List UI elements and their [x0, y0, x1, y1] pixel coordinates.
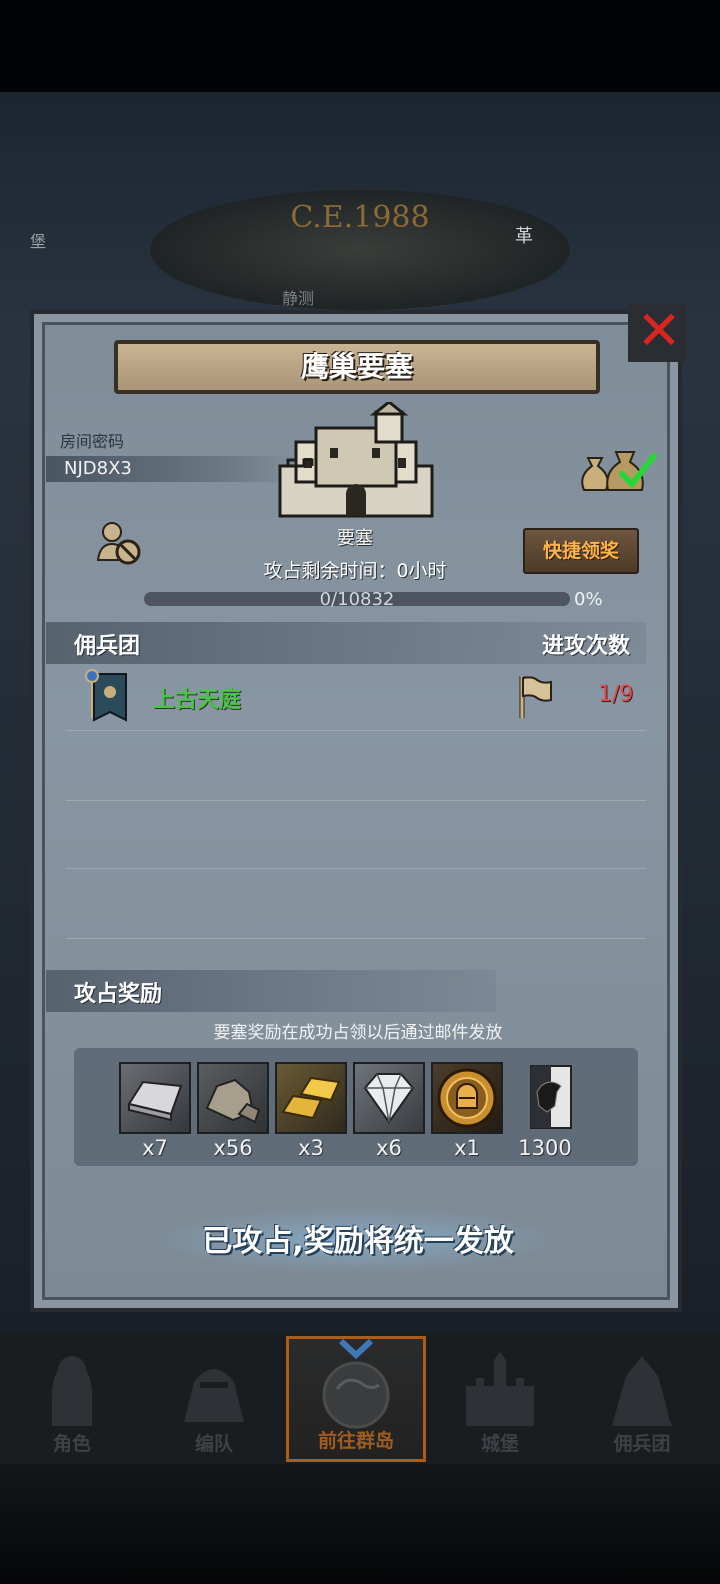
background-label-center: 静测	[282, 289, 315, 308]
mercenary-header: 佣兵团	[74, 634, 141, 659]
row-divider	[66, 868, 646, 869]
reward-item[interactable]	[353, 1062, 425, 1134]
mercenary-icon	[612, 1353, 674, 1426]
gold-bars-icon	[281, 1076, 341, 1120]
nav-role[interactable]: 角色	[2, 1336, 142, 1462]
reward-item[interactable]	[197, 1062, 269, 1134]
globe-icon	[322, 1338, 390, 1429]
knight-icon	[52, 1356, 92, 1426]
close-x-icon[interactable]: ✕	[634, 300, 684, 362]
row-divider	[66, 730, 646, 731]
room-code-value: NJD8X3	[64, 458, 132, 479]
reward-qty: 1300	[518, 1136, 572, 1160]
reward-qty: x6	[376, 1136, 402, 1160]
knight-medal-icon	[437, 1068, 497, 1128]
attack-count: 1/9	[598, 682, 634, 707]
reward-header: 攻占奖励	[74, 982, 163, 1007]
helmet-icon	[184, 1369, 244, 1422]
row-divider	[66, 938, 646, 939]
nav-castle[interactable]: 城堡	[430, 1336, 570, 1462]
loot-bag-check-icon[interactable]	[578, 446, 660, 494]
reward-qty: x1	[454, 1136, 480, 1160]
attack-count-header: 进攻次数	[542, 634, 631, 659]
reward-item[interactable]	[431, 1062, 503, 1134]
nav-label: 佣兵团	[613, 1433, 671, 1455]
guild-banner-icon	[85, 669, 127, 722]
flag-icon	[519, 676, 552, 718]
nav-mercenary[interactable]: 佣兵团	[572, 1336, 712, 1462]
nav-label: 城堡	[480, 1433, 519, 1455]
occupy-remaining-time: 攻占剩余时间：0小时	[263, 560, 447, 582]
reward-item[interactable]	[275, 1062, 347, 1134]
bottom-safe-area	[0, 1464, 720, 1584]
reward-distribution-message: 已攻占,奖励将统一发放	[202, 1224, 514, 1259]
status-bar	[0, 0, 720, 92]
reward-qty: x3	[298, 1136, 324, 1160]
stone-ore-icon	[205, 1078, 261, 1124]
reward-item[interactable]	[119, 1062, 191, 1134]
mercenary-name[interactable]: 上古天庭	[153, 682, 241, 714]
background-label-right: 革	[515, 226, 533, 247]
nav-label: 编队	[194, 1433, 233, 1455]
no-user-icon[interactable]	[96, 520, 142, 566]
bull-banner-icon	[530, 1065, 572, 1129]
nav-formation[interactable]: 编队	[144, 1336, 284, 1462]
fortress-label: 要塞	[337, 528, 373, 549]
reward-qty: x56	[213, 1136, 253, 1160]
nav-go-to-islands[interactable]: 前往群岛	[286, 1336, 426, 1462]
castle-icon	[278, 402, 434, 518]
diamond-icon	[363, 1073, 415, 1124]
room-code-label: 房间密码	[60, 432, 125, 451]
nav-label: 角色	[52, 1433, 91, 1455]
silver-ingot-icon	[127, 1080, 183, 1122]
reward-item[interactable]	[509, 1062, 581, 1134]
era-title: C.E.1988	[290, 200, 430, 235]
castle-silhouette-icon	[466, 1352, 534, 1426]
row-divider	[66, 800, 646, 801]
background-label-left: 堡	[30, 232, 47, 251]
nav-label: 前往群岛	[317, 1430, 394, 1452]
reward-note: 要塞奖励在成功占领以后通过邮件发放	[213, 1023, 503, 1043]
dialog-title: 鹰巢要塞	[300, 350, 413, 383]
occupy-progress-text: 0/10832	[319, 589, 395, 610]
reward-qty: x7	[142, 1136, 168, 1160]
occupy-progress-percent: 0%	[574, 589, 603, 610]
